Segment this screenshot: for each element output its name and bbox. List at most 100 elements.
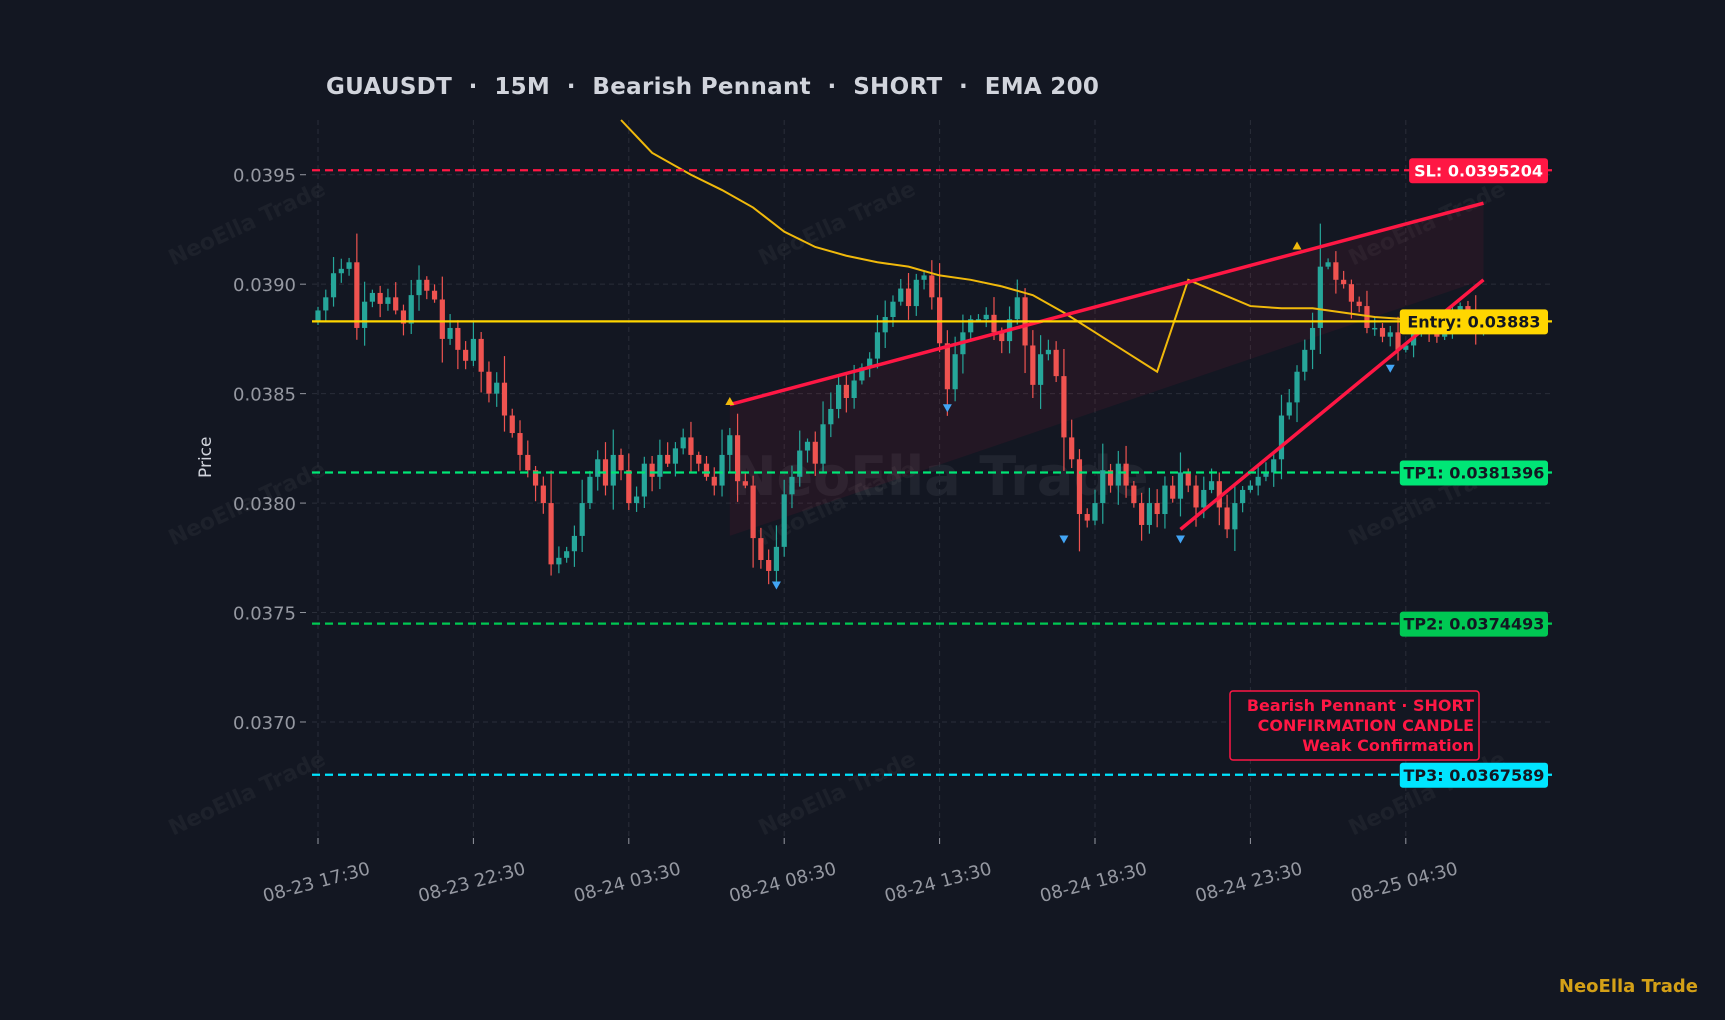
candle-body	[672, 448, 679, 464]
candle-body	[1162, 485, 1168, 515]
candle-body	[556, 557, 562, 565]
candle-body	[385, 297, 391, 304]
candle-body	[633, 496, 640, 504]
candle-body	[913, 279, 919, 307]
candle-body	[665, 454, 671, 464]
watermark-text: NeoElla Trade	[755, 177, 920, 272]
watermark-text: NeoElla Trade	[165, 747, 330, 842]
pattern-annotation: Bearish Pennant · SHORTCONFIRMATION CAND…	[1229, 690, 1480, 761]
candle-body	[742, 481, 748, 486]
candle-body	[478, 338, 484, 372]
candle-body	[1372, 327, 1378, 330]
candle-body	[1045, 349, 1051, 355]
candle-body	[1224, 507, 1230, 530]
level-badge-label: Entry: 0.03883	[1407, 312, 1540, 331]
candle-body	[696, 454, 702, 464]
candle-body	[1170, 485, 1176, 499]
level-badge-label: TP2: 0.0374493	[1403, 615, 1544, 634]
candle-body	[579, 503, 585, 536]
candle-body	[1030, 345, 1036, 385]
candle-body	[439, 299, 445, 339]
candle-body	[898, 288, 904, 302]
candle-body	[1084, 514, 1090, 521]
candle-body	[416, 279, 422, 296]
candle-body	[781, 494, 787, 547]
watermark-text: NeoElla Trade	[1345, 747, 1510, 842]
candle-body	[564, 551, 570, 558]
candle-body	[1255, 476, 1261, 486]
x-tick-label: 08-24 03:30	[572, 858, 684, 907]
candle-body	[393, 297, 399, 311]
candle-body	[1131, 485, 1137, 504]
brand-label: NeoElla Trade	[1558, 976, 1698, 997]
candle-body	[1201, 489, 1207, 508]
candle-body	[750, 485, 756, 539]
x-tick-label: 08-24 23:30	[1193, 858, 1305, 907]
level-badge-label: TP3: 0.0367589	[1403, 766, 1544, 785]
candle-body	[1232, 503, 1238, 530]
candle-body	[843, 384, 849, 399]
level-badge-label: TP1: 0.0381396	[1403, 464, 1544, 483]
candle-body	[1333, 262, 1339, 280]
candle-body	[711, 476, 717, 486]
candle-body	[1092, 503, 1098, 521]
candle-body	[1123, 463, 1129, 486]
candle-body	[377, 292, 383, 304]
candle-body	[1379, 327, 1386, 337]
y-tick-label: 0.0375	[233, 604, 296, 625]
candle-body	[688, 437, 694, 455]
candle-body	[338, 268, 344, 274]
candle-body	[362, 301, 368, 328]
x-tick-label: 08-23 22:30	[416, 858, 528, 907]
y-tick-label: 0.0385	[233, 385, 296, 406]
y-tick-label: 0.0390	[233, 275, 296, 296]
candle-body	[766, 559, 772, 571]
candle-body	[470, 338, 476, 361]
candle-body	[641, 463, 647, 497]
candle-body	[486, 371, 492, 394]
candle-body	[517, 433, 523, 455]
candle-body	[323, 297, 329, 311]
candle-body	[610, 454, 616, 486]
candle-body	[727, 435, 733, 455]
candle-body	[929, 275, 935, 298]
annotation-line: CONFIRMATION CANDLE	[1258, 716, 1474, 735]
pivot-high-marker	[725, 396, 735, 405]
watermark-text: NeoElla Trade	[755, 747, 920, 842]
candle-body	[354, 262, 360, 328]
candle-body	[1286, 402, 1292, 416]
candle-body	[1061, 376, 1067, 438]
candle-body	[626, 470, 632, 504]
candle-body	[595, 459, 601, 477]
candle-body	[1348, 284, 1355, 302]
candle-body	[525, 454, 531, 471]
candle-body	[1053, 349, 1059, 377]
candle-body	[983, 314, 989, 320]
candle-body	[1146, 503, 1152, 525]
y-axis-label: Price	[196, 436, 216, 478]
candle-body	[1076, 459, 1083, 515]
candle-body	[501, 382, 508, 416]
price-chart: NeoElla Trade NeoElla Trade NeoElla Trade N…	[165, 119, 1552, 907]
pivot-low-marker	[771, 581, 781, 590]
candle-body	[1014, 297, 1020, 320]
pivot-low-marker	[1175, 535, 1185, 544]
x-tick-label: 08-24 08:30	[727, 858, 839, 907]
candle-body	[789, 476, 795, 495]
x-tick-label: 08-23 17:30	[261, 858, 373, 907]
candle-body	[1247, 485, 1253, 490]
candle-body	[1154, 503, 1160, 515]
candle-body	[618, 454, 624, 471]
candle-body	[1278, 415, 1285, 460]
candle-body	[905, 288, 912, 307]
candle-body	[509, 415, 515, 434]
x-tick-label: 08-25 04:30	[1349, 858, 1461, 907]
candle-body	[447, 327, 453, 339]
y-tick-label: 0.0380	[233, 494, 296, 515]
candle-body	[548, 503, 554, 565]
candle-body	[587, 476, 593, 504]
candle-body	[330, 273, 337, 298]
candle-body	[1309, 327, 1316, 350]
candle-body	[1177, 472, 1184, 499]
candle-body	[734, 435, 741, 482]
